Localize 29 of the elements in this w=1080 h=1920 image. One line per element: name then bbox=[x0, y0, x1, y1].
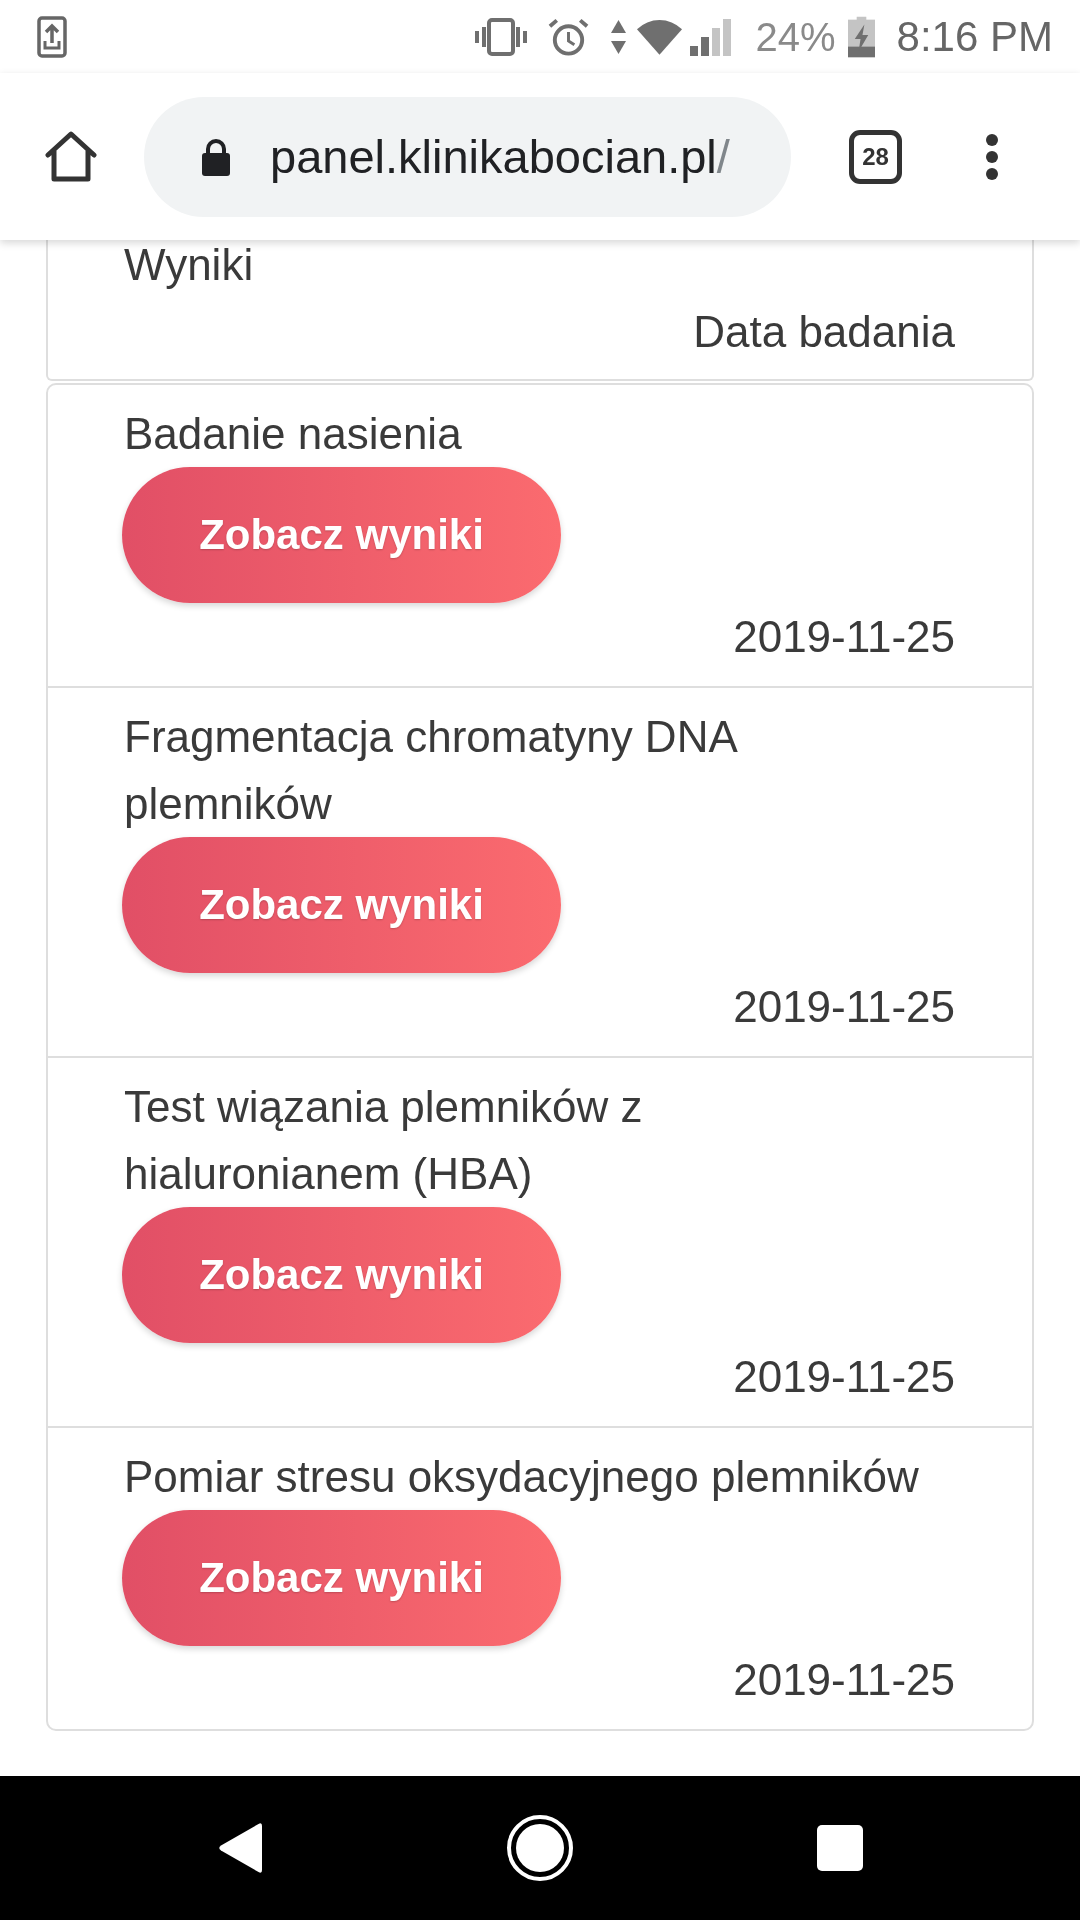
home-icon[interactable] bbox=[44, 130, 98, 183]
exam-name: Pomiar stresu oksydacyjnego plemników bbox=[124, 1451, 919, 1503]
results-title: Wyniki bbox=[124, 240, 254, 289]
vibrate-icon bbox=[473, 17, 528, 56]
more-menu-icon[interactable] bbox=[984, 132, 1000, 181]
exam-name: Fragmentacja chromatyny DNA plemników bbox=[124, 711, 738, 830]
view-results-button[interactable]: Zobacz wyniki bbox=[122, 1510, 561, 1646]
exam-date: 2019-11-25 bbox=[733, 611, 955, 663]
exam-name: Test wiązania plemników z hialuronianem (HBA) bbox=[124, 1081, 644, 1200]
view-results-button[interactable]: Zobacz wyniki bbox=[122, 467, 561, 603]
upload-icon bbox=[37, 15, 67, 58]
battery-percent: 24% bbox=[755, 13, 836, 60]
lock-icon bbox=[200, 137, 232, 176]
address-field[interactable]: panel.klinikabocian.pl/ bbox=[144, 96, 791, 217]
signal-icon bbox=[689, 17, 732, 56]
alarm-clock-icon bbox=[546, 16, 590, 57]
view-results-button[interactable]: Zobacz wyniki bbox=[122, 837, 561, 973]
clock-time: 8:16 PM bbox=[896, 12, 1053, 61]
exam-date: 2019-11-25 bbox=[733, 981, 955, 1033]
exam-date: 2019-11-25 bbox=[733, 1351, 955, 1403]
tab-switcher-button[interactable]: 28 bbox=[849, 129, 902, 184]
wifi-icon bbox=[635, 17, 683, 56]
exam-name: Badanie nasienia bbox=[124, 408, 462, 460]
home-icon[interactable] bbox=[506, 1814, 574, 1882]
date-column-heading: Data badania bbox=[693, 307, 955, 356]
exam-date: 2019-11-25 bbox=[733, 1654, 955, 1706]
data-arrows-icon bbox=[609, 17, 627, 56]
battery-charging-icon bbox=[847, 15, 875, 58]
view-results-button[interactable]: Zobacz wyniki bbox=[122, 1207, 561, 1343]
